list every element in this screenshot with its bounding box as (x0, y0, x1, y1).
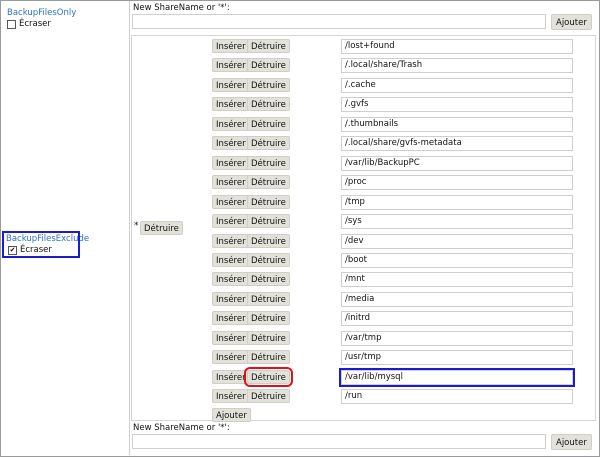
add-entry-button[interactable]: Ajouter (212, 407, 251, 422)
destroy-entry-button[interactable]: Détruire (247, 233, 290, 248)
backup-files-only-link[interactable]: BackupFilesOnly (7, 8, 76, 18)
destroy-entry-button[interactable]: Détruire (247, 77, 290, 92)
insert-button[interactable]: Insérer (212, 77, 250, 92)
exclude-path-input[interactable]: /mnt (341, 272, 573, 288)
insert-button[interactable]: Insérer (212, 175, 250, 190)
share-name-star: * (134, 221, 139, 231)
destroy-entry-button[interactable]: Détruire (247, 291, 290, 306)
exclude-entry-row: Insérer Détruire /.gvfs (212, 96, 592, 113)
insert-button[interactable]: Insérer (212, 233, 250, 248)
exclude-path-input[interactable]: /.local/share/Trash (341, 58, 573, 74)
exclude-entry-row: Insérer Détruire/media (212, 291, 592, 307)
destroy-entry-button[interactable]: Détruire (247, 311, 290, 326)
exclude-path-input[interactable]: /sys (341, 214, 573, 230)
insert-button[interactable]: Insérer (212, 116, 250, 131)
exclude-path-input[interactable]: /.local/share/gvfs-metadata (341, 136, 573, 152)
insert-button[interactable]: Insérer (212, 214, 250, 229)
destroy-entry-button[interactable]: Détruire (247, 214, 290, 229)
exclude-entry-row: Insérer Détruire/proc (212, 174, 592, 191)
exclude-entry-row: Insérer Détruire /.cache (212, 77, 592, 93)
exclude-entry-row: Insérer Détruire/dev (212, 233, 592, 249)
destroy-entry-button[interactable]: Détruire (247, 155, 290, 170)
exclude-entry-row: Insérer Détruire/sys (212, 213, 592, 230)
exclude-path-input[interactable]: /proc (341, 175, 573, 191)
exclude-path-input[interactable]: /usr/tmp (341, 350, 573, 366)
exclude-path-input[interactable]: /run (341, 389, 573, 405)
destroy-entry-button[interactable]: Détruire (247, 97, 290, 112)
destroy-entry-button[interactable]: Détruire (247, 330, 290, 345)
backup-files-exclude-section: BackupFilesExclude Écraser (2, 231, 89, 258)
exclude-entry-row: Insérer Détruire/usr/tmp (212, 349, 592, 366)
exclude-path-input[interactable]: /var/tmp (341, 330, 573, 346)
insert-button[interactable]: Insérer (212, 350, 250, 365)
destroy-entry-button[interactable]: Détruire (247, 39, 290, 53)
new-share-label-top: New ShareName or '*': (133, 3, 230, 13)
exclude-entry-row: Insérer Détruire/initrd (212, 310, 592, 327)
insert-button[interactable]: Insérer (212, 272, 250, 287)
new-share-input-bottom[interactable] (132, 434, 546, 449)
backup-files-exclude-overwrite-label: Écraser (20, 245, 52, 255)
exclude-entry-row: Insérer Détruire/run (212, 388, 592, 405)
exclude-entry-row: Insérer Détruire /.local/share/Trash (212, 57, 592, 74)
destroy-entry-button[interactable]: Détruire (247, 194, 290, 209)
add-share-button-top[interactable]: Ajouter (551, 14, 592, 30)
backup-files-exclude-link[interactable]: BackupFilesExclude (6, 234, 89, 244)
destroy-entry-button[interactable]: Détruire (247, 389, 290, 404)
exclude-path-input[interactable]: /media (341, 291, 573, 307)
exclude-list-table: * Détruire Insérer Détruire/lost+found Ins… (131, 35, 596, 422)
backup-files-only-overwrite-label: Écraser (19, 19, 51, 29)
destroy-entry-button[interactable]: Détruire (247, 116, 290, 131)
new-share-input-top[interactable] (132, 14, 546, 29)
destroy-share-button[interactable]: Détruire (140, 221, 183, 235)
exclude-entry-row: Insérer Détruire/lost+found (212, 38, 592, 54)
insert-button[interactable]: Insérer (212, 330, 250, 345)
exclude-entry-row: Insérer Détruire/var/lib/BackupPC (212, 155, 592, 171)
insert-button[interactable]: Insérer (212, 58, 250, 73)
insert-button[interactable]: Insérer (212, 369, 250, 384)
add-share-button-bottom[interactable]: Ajouter (551, 434, 592, 450)
exclude-path-input[interactable]: /initrd (341, 311, 573, 327)
insert-button[interactable]: Insérer (212, 252, 250, 267)
exclude-entry-row: Insérer Détruire /.local/share/gvfs-metada… (212, 135, 592, 152)
exclude-path-input[interactable]: /.cache (341, 77, 573, 93)
insert-button[interactable]: Insérer (212, 155, 250, 170)
destroy-entry-button[interactable]: Détruire (247, 272, 290, 287)
backup-files-exclude-overwrite-checkbox[interactable] (8, 245, 17, 255)
insert-button[interactable]: Insérer (212, 97, 250, 112)
right-column: New ShareName or '*': Ajouter * Détruire… (130, 1, 597, 455)
exclude-path-input[interactable]: /.thumbnails (341, 116, 573, 132)
destroy-entry-button[interactable]: Détruire (247, 58, 290, 73)
exclude-path-input[interactable]: /dev (341, 233, 573, 249)
exclude-path-input[interactable]: /tmp (341, 194, 573, 210)
exclude-path-input[interactable]: /.gvfs (341, 97, 573, 113)
insert-button[interactable]: Insérer (212, 389, 250, 404)
insert-button[interactable]: Insérer (212, 194, 250, 209)
exclude-entry-row: Insérer Détruire /.thumbnails (212, 116, 592, 132)
exclude-entry-row: Insérer Détruire/tmp (212, 194, 592, 210)
exclude-path-input[interactable]: /var/lib/BackupPC (341, 155, 573, 171)
exclude-entry-row: Insérer Détruire/boot (212, 252, 592, 268)
destroy-entry-button[interactable]: Détruire (244, 366, 293, 387)
exclude-path-input[interactable]: /var/lib/mysql (339, 367, 575, 387)
exclude-entry-row: Insérer Détruire/var/tmp (212, 330, 592, 346)
destroy-entry-button[interactable]: Détruire (247, 136, 290, 151)
destroy-entry-button[interactable]: Détruire (247, 175, 290, 190)
insert-button[interactable]: Insérer (212, 311, 250, 326)
insert-button[interactable]: Insérer (212, 39, 250, 53)
destroy-entry-button[interactable]: Détruire (247, 252, 290, 267)
destroy-entry-button[interactable]: Détruire (247, 350, 290, 365)
backup-files-only-section: BackupFilesOnly Écraser (7, 8, 76, 29)
exclude-entry-row: Insérer Détruire/mnt (212, 271, 592, 288)
new-share-label-bottom: New ShareName or '*': (133, 423, 230, 433)
exclude-entry-row: Insérer Détruire/var/lib/mysql (212, 366, 592, 387)
insert-button[interactable]: Insérer (212, 136, 250, 151)
exclude-path-input[interactable]: /boot (341, 252, 573, 268)
backup-files-only-overwrite-checkbox[interactable] (7, 19, 16, 29)
exclude-path-input[interactable]: /lost+found (341, 39, 573, 54)
insert-button[interactable]: Insérer (212, 291, 250, 306)
left-column: BackupFilesOnly Écraser BackupFilesExclu… (1, 1, 130, 455)
